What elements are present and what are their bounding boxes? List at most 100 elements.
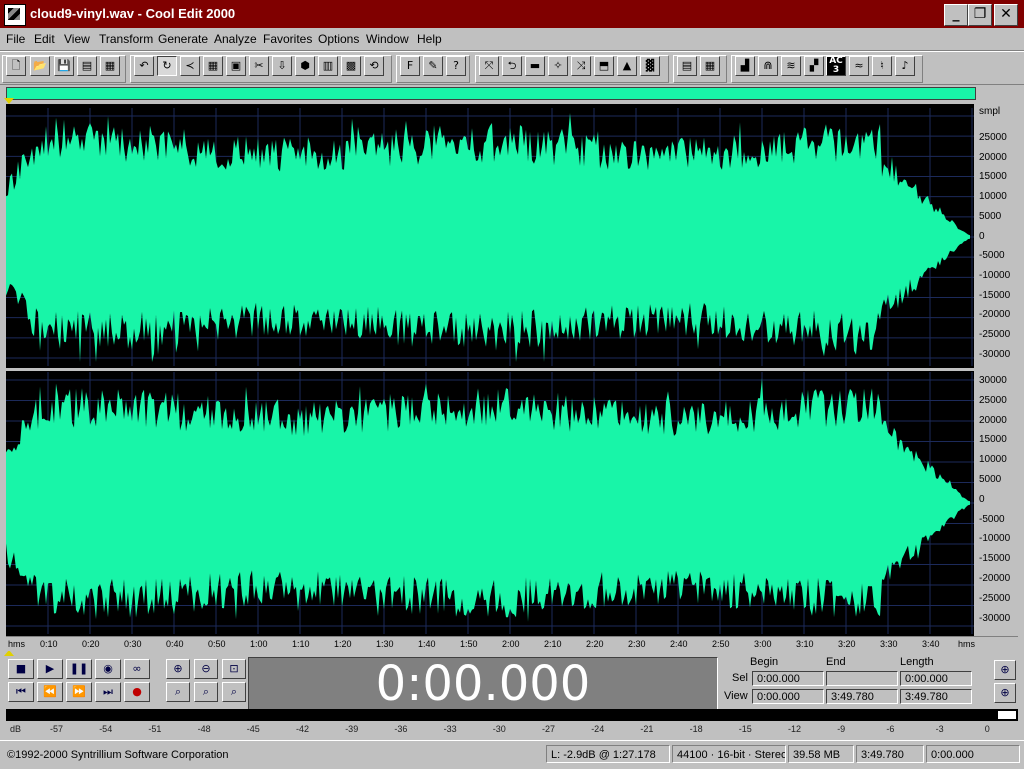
fade-icon[interactable]: ⬒: [594, 56, 614, 76]
time-tick-label: 1:30: [376, 639, 394, 649]
save-icon[interactable]: 💾: [54, 56, 74, 76]
end-header: End: [826, 656, 846, 668]
mix-paste-icon[interactable]: ⬢: [295, 56, 315, 76]
rewind-button[interactable]: ⏪: [37, 682, 63, 702]
help-icon[interactable]: ?: [446, 56, 466, 76]
pause-button[interactable]: ❚❚: [66, 659, 92, 679]
normalize-icon[interactable]: ▲: [617, 56, 637, 76]
invert-icon[interactable]: ⤧: [479, 56, 499, 76]
level-tick-label: -36: [394, 724, 408, 734]
menu-analyze[interactable]: Analyze: [214, 32, 257, 46]
ch1-amplitude-label: -30000: [979, 348, 1011, 360]
clipboard-icon[interactable]: ⇩: [272, 56, 292, 76]
play-button[interactable]: ▶: [37, 659, 63, 679]
menu-file[interactable]: File: [6, 32, 25, 46]
undo-icon[interactable]: ↶: [134, 56, 154, 76]
menu-edit[interactable]: Edit: [34, 32, 55, 46]
reverse-icon[interactable]: ⮌: [502, 56, 522, 76]
noise-icon[interactable]: ▓: [640, 56, 660, 76]
trim-icon[interactable]: ▩: [341, 56, 361, 76]
amplify-icon[interactable]: ✧: [548, 56, 568, 76]
time-tick-label: 1:20: [334, 639, 352, 649]
ch2-amplitude-label: -20000: [979, 573, 1011, 584]
zoom-in-icon[interactable]: ⊕: [166, 659, 190, 679]
channel-separator[interactable]: [6, 368, 974, 371]
zoom-out-icon[interactable]: ⊖: [194, 659, 218, 679]
waveform-svg[interactable]: [6, 104, 974, 636]
menu-window[interactable]: Window: [366, 32, 409, 46]
level-tick-label: -3: [935, 724, 944, 734]
music-note-icon[interactable]: ♪: [895, 56, 915, 76]
status-size: 39.58 MB: [788, 745, 854, 763]
view-length-field[interactable]: 3:49.780: [900, 689, 972, 704]
zoom-full-icon[interactable]: ⊡: [222, 659, 246, 679]
stop-button[interactable]: ■: [8, 659, 34, 679]
close-button[interactable]: ✕: [994, 4, 1018, 26]
zoom-left-icon[interactable]: ⌕: [194, 682, 218, 702]
go-to-start-button[interactable]: ⏮: [8, 682, 34, 702]
maximize-button[interactable]: ❐: [968, 4, 992, 26]
time-tick-label: 3:30: [880, 639, 898, 649]
time-tick-label: 0:30: [124, 639, 142, 649]
scissors-icon[interactable]: ✂: [249, 56, 269, 76]
waveform-path: [6, 378, 970, 622]
loop-button[interactable]: ∞: [124, 659, 150, 679]
menu-help[interactable]: Help: [417, 32, 442, 46]
sel-end-field[interactable]: [826, 671, 898, 686]
tuning-fork-icon[interactable]: ♮: [872, 56, 892, 76]
view-begin-field[interactable]: 0:00.000: [752, 689, 824, 704]
sss-effect-icon[interactable]: ≋: [781, 56, 801, 76]
script-icon[interactable]: ✎: [423, 56, 443, 76]
envelope-icon[interactable]: ⤨: [571, 56, 591, 76]
silence-icon[interactable]: ▬: [525, 56, 545, 76]
level-peak-indicator: [998, 711, 1016, 719]
time-tick-label: 3:10: [796, 639, 814, 649]
menu-favorites[interactable]: Favorites: [263, 32, 312, 46]
save-selection-icon[interactable]: ▦: [100, 56, 120, 76]
view-end-field[interactable]: 3:49.780: [826, 689, 898, 704]
app-icon[interactable]: [4, 4, 26, 26]
graphic-eq-icon[interactable]: ▟: [735, 56, 755, 76]
sel-length-field[interactable]: 0:00.000: [900, 671, 972, 686]
favorites-icon[interactable]: F: [400, 56, 420, 76]
time-tick-label: 2:30: [628, 639, 646, 649]
waveform-display[interactable]: [6, 104, 974, 636]
grid-view-icon[interactable]: ▦: [700, 56, 720, 76]
zoom-selection-icon[interactable]: ⌕: [166, 682, 190, 702]
menu-options[interactable]: Options: [318, 32, 359, 46]
copy-icon[interactable]: ▦: [203, 56, 223, 76]
menu-generate[interactable]: Generate: [158, 32, 208, 46]
menu-transform[interactable]: Transform: [99, 32, 153, 46]
fast-forward-button[interactable]: ⏩: [66, 682, 92, 702]
paste-icon[interactable]: ▣: [226, 56, 246, 76]
vertical-zoom-out-icon[interactable]: ⊕: [994, 683, 1016, 703]
time-tick-label: 0:40: [166, 639, 184, 649]
overview-bar[interactable]: [6, 87, 976, 100]
title-bar: cloud9-vinyl.wav - Cool Edit 2000 _ ❐ ✕: [0, 0, 1024, 28]
minimize-button[interactable]: _: [944, 4, 968, 26]
open-file-icon[interactable]: 📂: [30, 56, 50, 76]
new-file-icon[interactable]: 🗋: [6, 56, 26, 76]
status-duration: 3:49.780: [856, 745, 924, 763]
record-button[interactable]: ●: [124, 682, 150, 702]
zoom-right-icon[interactable]: ⌕: [222, 682, 246, 702]
time-ruler: hms hms 0:10 0:20 0:30 0:40 0:50 1:00 1:10 1:20…: [6, 636, 1018, 651]
ac3-icon[interactable]: AC 3: [826, 56, 846, 76]
save-as-icon[interactable]: ▤: [77, 56, 97, 76]
filter-icon[interactable]: ⋒: [758, 56, 778, 76]
repeat-icon[interactable]: ↻: [157, 56, 177, 76]
play-to-end-button[interactable]: ◉: [95, 659, 121, 679]
vertical-zoom-in-icon[interactable]: ⊕: [994, 660, 1016, 680]
dynamics-icon[interactable]: ▞: [804, 56, 824, 76]
menu-view[interactable]: View: [64, 32, 90, 46]
sel-begin-field[interactable]: 0:00.000: [752, 671, 824, 686]
status-bar: ©1992-2000 Syntrillium Software Corporat…: [0, 740, 1024, 769]
view-label: View: [724, 690, 748, 702]
cut-wave-icon[interactable]: ≺: [180, 56, 200, 76]
wave-effect-icon[interactable]: ≈: [849, 56, 869, 76]
paste-new-icon[interactable]: ▥: [318, 56, 338, 76]
spectral-view-icon[interactable]: ▤: [677, 56, 697, 76]
level-meter: [6, 709, 1018, 721]
go-to-end-button[interactable]: ⏭: [95, 682, 121, 702]
zoom-wave-icon[interactable]: ⟲: [364, 56, 384, 76]
